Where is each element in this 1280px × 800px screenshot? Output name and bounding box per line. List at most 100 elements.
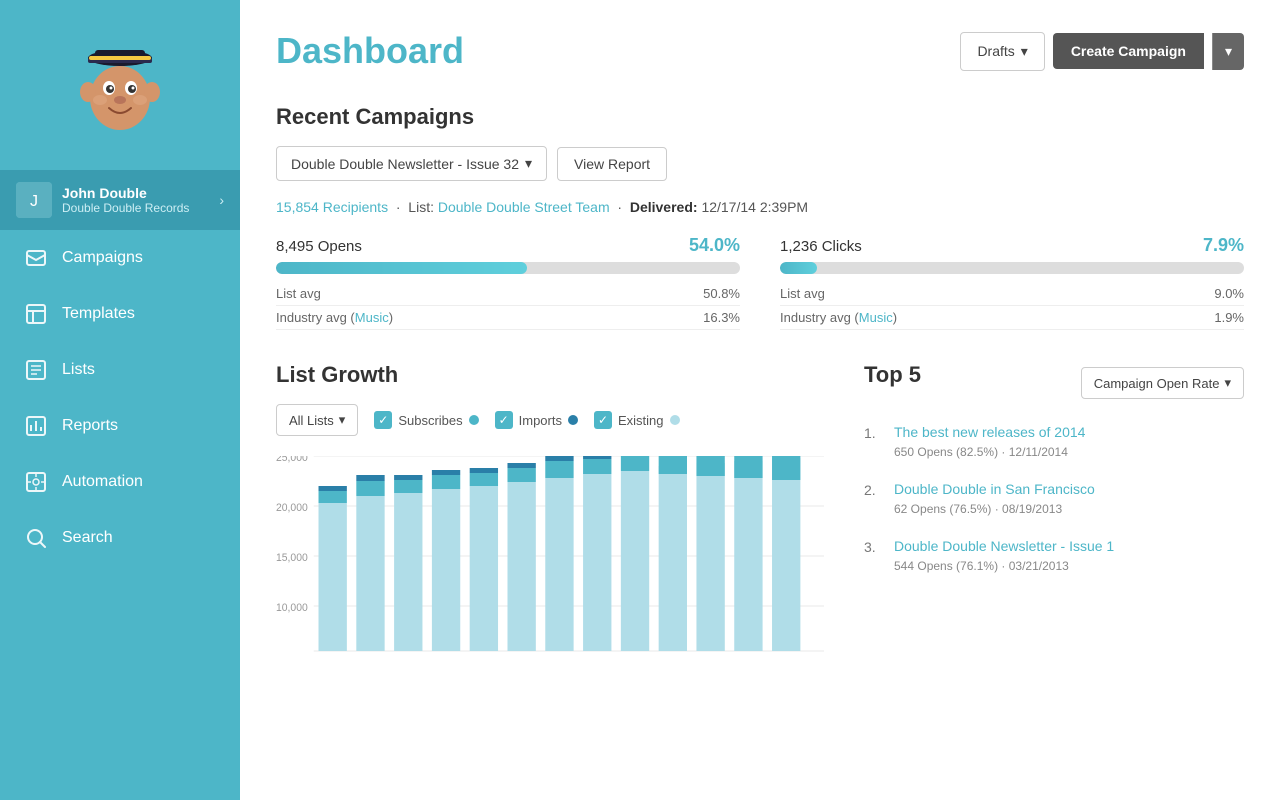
clicks-progress-fill xyxy=(780,262,817,274)
chevron-down-icon: ▾ xyxy=(1225,43,1232,59)
sidebar: J John Double Double Double Records › Ca… xyxy=(0,0,240,800)
avatar: J xyxy=(16,182,52,218)
top5-item: 2. Double Double in San Francisco 62 Ope… xyxy=(864,481,1244,518)
imports-checkbox[interactable]: ✓ xyxy=(495,411,513,429)
opens-industry-link[interactable]: Music xyxy=(355,310,389,325)
existing-dot xyxy=(670,415,680,425)
sidebar-nav: Campaigns Templates Lists xyxy=(0,230,240,566)
clicks-industry-avg: Industry avg (Music) 1.9% xyxy=(780,306,1244,330)
campaigns-label: Campaigns xyxy=(62,249,143,267)
top5-title: Top 5 xyxy=(864,362,921,388)
top5-section: Top 5 Campaign Open Rate ▾ 1. The best n… xyxy=(864,362,1244,656)
user-info: John Double Double Double Records xyxy=(62,185,209,215)
svg-text:15,000: 15,000 xyxy=(276,552,308,564)
opens-list-avg: List avg 50.8% xyxy=(276,282,740,306)
clicks-industry-link[interactable]: Music xyxy=(859,310,893,325)
top5-info: Double Double in San Francisco 62 Opens … xyxy=(894,481,1095,518)
top5-rank: 3. xyxy=(864,538,884,575)
opens-progress-fill xyxy=(276,262,527,274)
header-actions: Drafts ▾ Create Campaign ▾ xyxy=(960,32,1244,71)
sidebar-item-campaigns[interactable]: Campaigns xyxy=(0,230,240,286)
lists-label: Lists xyxy=(62,361,95,379)
sidebar-user[interactable]: J John Double Double Double Records › xyxy=(0,170,240,230)
recent-campaigns-section: Recent Campaigns Double Double Newslette… xyxy=(276,104,1244,330)
main-content: Dashboard Drafts ▾ Create Campaign ▾ Rec… xyxy=(240,0,1280,800)
imports-dot xyxy=(568,415,578,425)
sidebar-item-search[interactable]: Search xyxy=(0,510,240,566)
chevron-right-icon: › xyxy=(219,192,224,208)
reports-label: Reports xyxy=(62,417,118,435)
list-growth-chart: 25,000 20,000 15,000 10,000 xyxy=(276,456,824,656)
search-label: Search xyxy=(62,529,113,547)
top5-item: 1. The best new releases of 2014 650 Ope… xyxy=(864,424,1244,461)
user-org: Double Double Records xyxy=(62,201,209,215)
campaigns-icon xyxy=(24,246,48,270)
top5-item: 3. Double Double Newsletter - Issue 1 54… xyxy=(864,538,1244,575)
top5-list: 1. The best new releases of 2014 650 Ope… xyxy=(864,424,1244,575)
sidebar-item-automation[interactable]: Automation xyxy=(0,454,240,510)
subscribes-legend: ✓ Subscribes xyxy=(374,411,478,429)
sidebar-item-templates[interactable]: Templates xyxy=(0,286,240,342)
existing-checkbox[interactable]: ✓ xyxy=(594,411,612,429)
clicks-list-avg: List avg 9.0% xyxy=(780,282,1244,306)
sidebar-logo xyxy=(0,0,240,170)
top5-campaign-link[interactable]: Double Double in San Francisco xyxy=(894,481,1095,497)
open-rate-button[interactable]: Campaign Open Rate ▾ xyxy=(1081,367,1244,399)
stats-row: 8,495 Opens 54.0% List avg 50.8% Industr… xyxy=(276,235,1244,330)
templates-label: Templates xyxy=(62,305,135,323)
campaign-select-button[interactable]: Double Double Newsletter - Issue 32 ▾ xyxy=(276,146,547,181)
clicks-stat: 1,236 Clicks 7.9% List avg 9.0% Industry… xyxy=(780,235,1244,330)
growth-controls: All Lists ▾ ✓ Subscribes ✓ Imports ✓ Exi… xyxy=(276,404,824,436)
create-campaign-split-button[interactable]: ▾ xyxy=(1212,33,1244,70)
list-growth-title: List Growth xyxy=(276,362,824,388)
top5-info: Double Double Newsletter - Issue 1 544 O… xyxy=(894,538,1114,575)
top5-campaign-link[interactable]: The best new releases of 2014 xyxy=(894,424,1085,440)
opens-industry-avg: Industry avg (Music) 16.3% xyxy=(276,306,740,330)
opens-stat: 8,495 Opens 54.0% List avg 50.8% Industr… xyxy=(276,235,740,330)
bottom-section: List Growth All Lists ▾ ✓ Subscribes ✓ I… xyxy=(276,362,1244,656)
top5-rank: 1. xyxy=(864,424,884,461)
top5-meta: 544 Opens (76.1%) · 03/21/2013 xyxy=(894,559,1069,573)
top5-rank: 2. xyxy=(864,481,884,518)
opens-pct: 54.0% xyxy=(689,235,740,256)
chevron-down-icon: ▾ xyxy=(1224,375,1231,391)
create-campaign-button[interactable]: Create Campaign xyxy=(1053,33,1204,69)
page-header: Dashboard Drafts ▾ Create Campaign ▾ xyxy=(276,30,1244,72)
reports-icon xyxy=(24,414,48,438)
user-name: John Double xyxy=(62,185,209,201)
chevron-down-icon: ▾ xyxy=(339,412,346,428)
clicks-count: 1,236 Clicks xyxy=(780,238,862,255)
sidebar-item-reports[interactable]: Reports xyxy=(0,398,240,454)
search-icon xyxy=(24,526,48,550)
existing-legend: ✓ Existing xyxy=(594,411,680,429)
top5-meta: 650 Opens (82.5%) · 12/11/2014 xyxy=(894,445,1068,459)
mailchimp-logo xyxy=(65,30,175,140)
campaign-controls: Double Double Newsletter - Issue 32 ▾ Vi… xyxy=(276,146,1244,181)
list-growth-section: List Growth All Lists ▾ ✓ Subscribes ✓ I… xyxy=(276,362,824,656)
opens-count: 8,495 Opens xyxy=(276,238,362,255)
subscribes-dot xyxy=(469,415,479,425)
recipients-link[interactable]: 15,854 Recipients xyxy=(276,199,388,215)
automation-icon xyxy=(24,470,48,494)
top5-campaign-link[interactable]: Double Double Newsletter - Issue 1 xyxy=(894,538,1114,554)
subscribes-checkbox[interactable]: ✓ xyxy=(374,411,392,429)
lists-icon xyxy=(24,358,48,382)
all-lists-button[interactable]: All Lists ▾ xyxy=(276,404,358,436)
opens-progress-bg xyxy=(276,262,740,274)
list-link[interactable]: Double Double Street Team xyxy=(438,199,610,215)
svg-text:J: J xyxy=(30,193,38,210)
top5-header: Top 5 Campaign Open Rate ▾ xyxy=(864,362,1244,404)
automation-label: Automation xyxy=(62,473,143,491)
page-title: Dashboard xyxy=(276,30,464,72)
clicks-progress-bg xyxy=(780,262,1244,274)
top5-info: The best new releases of 2014 650 Opens … xyxy=(894,424,1085,461)
clicks-pct: 7.9% xyxy=(1203,235,1244,256)
imports-legend: ✓ Imports xyxy=(495,411,578,429)
sidebar-item-lists[interactable]: Lists xyxy=(0,342,240,398)
view-report-button[interactable]: View Report xyxy=(557,147,667,181)
svg-text:20,000: 20,000 xyxy=(276,502,308,514)
campaign-meta: 15,854 Recipients · List: Double Double … xyxy=(276,199,1244,215)
drafts-button[interactable]: Drafts ▾ xyxy=(960,32,1044,71)
recent-campaigns-title: Recent Campaigns xyxy=(276,104,1244,130)
svg-text:10,000: 10,000 xyxy=(276,602,308,614)
